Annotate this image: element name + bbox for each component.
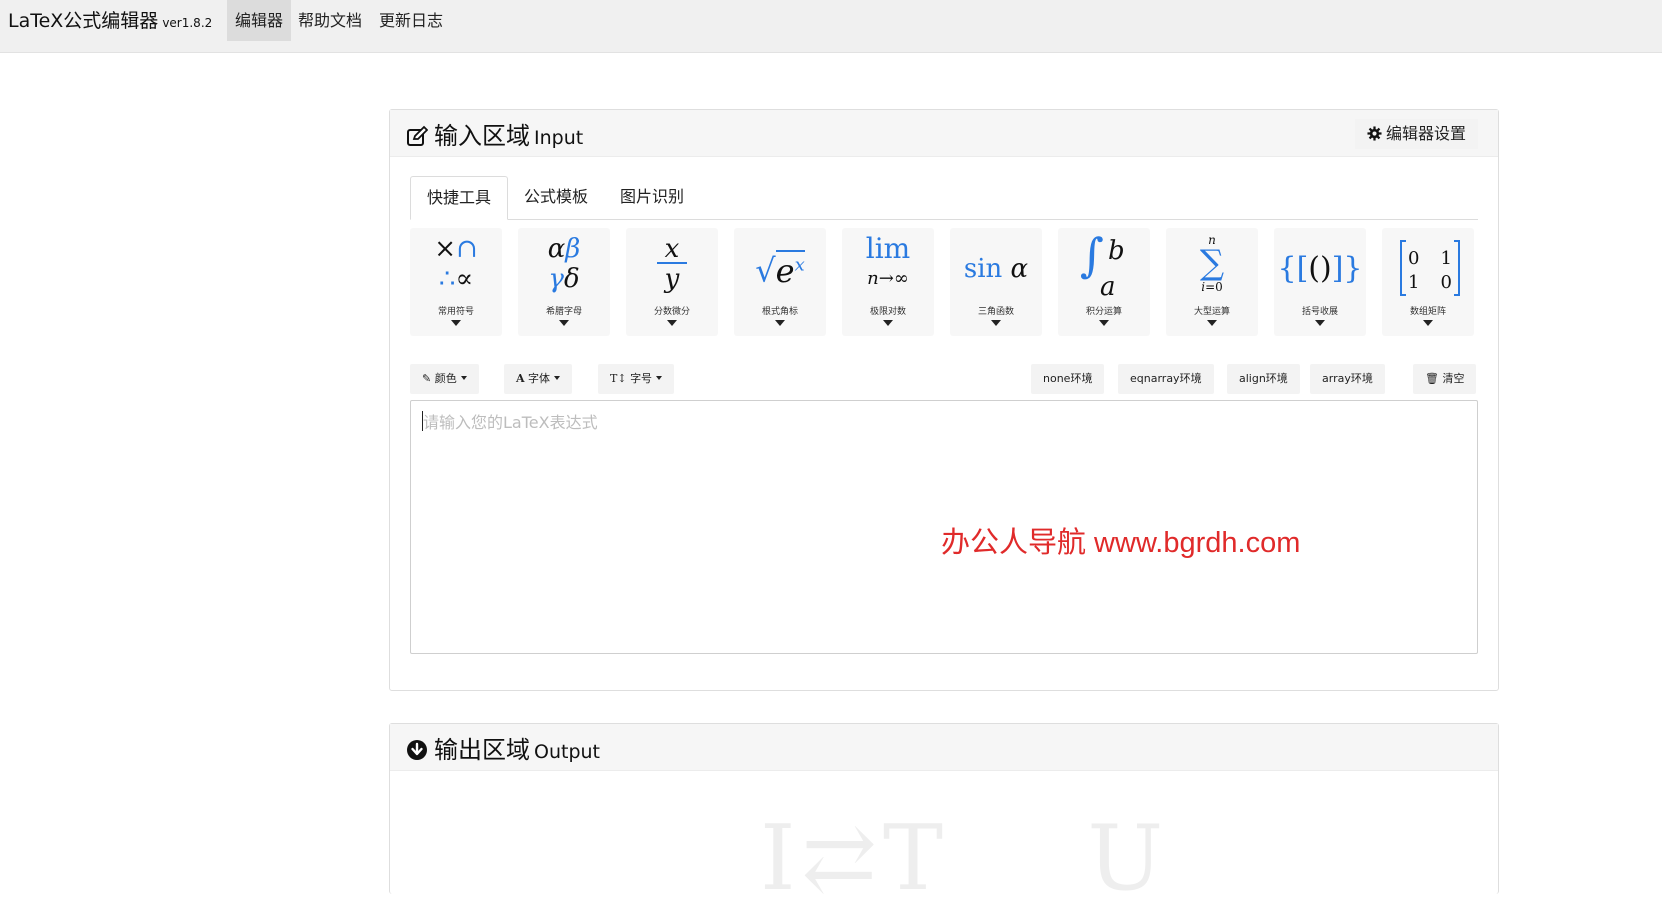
caret-down-icon (554, 376, 561, 380)
caret-down-icon (1099, 320, 1109, 326)
nav-changelog[interactable]: 更新日志 (371, 0, 451, 41)
output-preview-ghost: I⇄T U (760, 806, 1170, 911)
font-label: 字体 (528, 372, 551, 385)
size-dropdown[interactable]: T↕ 字号 (598, 364, 675, 394)
integral-icon: ∫ b a (1080, 228, 1125, 302)
edit-icon (407, 125, 429, 146)
tool-label: 分数微分 (653, 307, 690, 317)
caret-down-icon (1423, 320, 1433, 326)
clear-label: 清空 (1442, 372, 1465, 385)
editor-placeholder: 请输入您的LaTeX表达式 (423, 413, 598, 432)
tool-label: 三角函数 (977, 307, 1014, 317)
caret-down-icon (667, 320, 677, 326)
output-panel: 输出区域 Output I⇄T U (389, 723, 1499, 911)
brand-version: ver1.8.2 (162, 16, 213, 30)
tool-array-matrix[interactable]: 0 1 1 0 数组矩阵 (1382, 228, 1474, 336)
greek-letters-icon: αβ γδ (547, 234, 581, 294)
color-dropdown[interactable]: ✎ 颜色 (410, 364, 479, 394)
input-panel: 输入区域 Input 编辑器设置 快捷工具 公式模板 图片识别 ×∩ ∴∝ 常用符… (389, 109, 1499, 691)
output-panel-header: 输出区域 Output (390, 724, 1498, 771)
caret-down-icon (656, 376, 663, 380)
env-array-button[interactable]: array环境 (1310, 364, 1385, 394)
tab-image-recognition[interactable]: 图片识别 (604, 176, 700, 218)
env-none-button[interactable]: none环境 (1031, 364, 1105, 394)
caret-down-icon (1315, 320, 1325, 326)
nav-help-docs[interactable]: 帮助文档 (290, 0, 370, 41)
output-panel-title: 输出区域 Output (406, 730, 600, 765)
input-panel-header: 输入区域 Input 编辑器设置 (390, 110, 1498, 157)
size-label: 字号 (630, 372, 653, 385)
caret-down-icon (460, 376, 467, 380)
text-height-icon: T↕ (610, 372, 627, 385)
tool-label: 大型运算 (1193, 307, 1230, 317)
font-dropdown[interactable]: A 字体 (504, 364, 573, 394)
common-symbols-icon: ×∩ ∴∝ (434, 234, 478, 294)
font-icon: A (516, 372, 525, 385)
tool-label: 希腊字母 (545, 307, 582, 317)
settings-label: 编辑器设置 (1385, 124, 1466, 143)
input-title-text: 输入区域 (434, 122, 530, 150)
clear-button[interactable]: 🗑 清空 (1413, 364, 1477, 394)
tool-radical-script[interactable]: √ex 根式角标 (734, 228, 826, 336)
input-panel-title: 输入区域 Input (406, 116, 583, 151)
watermark-text: 办公人导航 www.bgrdh.com (941, 527, 1301, 559)
tool-label: 数组矩阵 (1409, 307, 1446, 317)
tool-label: 极限对数 (869, 307, 906, 317)
tool-greek-letters[interactable]: αβ γδ 希腊字母 (518, 228, 610, 336)
tool-large-operators[interactable]: n ∑ i=0 大型运算 (1166, 228, 1258, 336)
brand-title: LaTeX公式编辑器 (8, 10, 159, 32)
tool-label: 括号收展 (1301, 307, 1338, 317)
trash-icon: 🗑 (1425, 372, 1439, 385)
caret-down-icon (559, 320, 569, 326)
tool-trig-functions[interactable]: sin α 三角函数 (950, 228, 1042, 336)
gear-icon (1367, 126, 1382, 141)
tab-quick-tools[interactable]: 快捷工具 (410, 176, 509, 220)
input-tabs: 快捷工具 公式模板 图片识别 (410, 176, 1478, 220)
caret-down-icon (775, 320, 785, 326)
env-align-button[interactable]: align环境 (1227, 364, 1300, 394)
brush-icon: ✎ (422, 372, 432, 385)
fraction-icon: x y (626, 234, 718, 302)
tool-label: 积分运算 (1085, 307, 1122, 317)
env-eqnarray-button[interactable]: eqnarray环境 (1118, 364, 1214, 394)
output-title-en: Output (534, 741, 600, 763)
caret-down-icon (451, 320, 461, 326)
matrix-icon: 0 1 1 0 (1382, 234, 1474, 302)
tool-integral[interactable]: ∫ b a 积分运算 (1058, 228, 1150, 336)
nav-editor[interactable]: 编辑器 (227, 0, 292, 41)
latex-input-editor[interactable]: 请输入您的LaTeX表达式 办公人导航 www.bgrdh.com (410, 400, 1478, 654)
color-label: 颜色 (434, 372, 457, 385)
top-navbar: LaTeX公式编辑器 ver1.8.2 编辑器 帮助文档 更新日志 (0, 0, 1662, 53)
tool-limit-log[interactable]: lim n→∞ 极限对数 (842, 228, 934, 336)
tool-label: 常用符号 (437, 307, 474, 317)
editor-settings-button[interactable]: 编辑器设置 (1354, 119, 1478, 149)
arrow-down-circle-icon (407, 740, 427, 760)
input-title-en: Input (534, 127, 584, 149)
caret-down-icon (991, 320, 1001, 326)
sum-icon: n ∑ i=0 (1199, 233, 1225, 294)
caret-down-icon (1207, 320, 1217, 326)
tool-label: 根式角标 (761, 307, 798, 317)
output-title-text: 输出区域 (434, 736, 530, 764)
tab-formula-templates[interactable]: 公式模板 (508, 176, 604, 218)
app-brand[interactable]: LaTeX公式编辑器 ver1.8.2 (8, 6, 212, 33)
tool-brackets[interactable]: {[()]} 括号收展 (1274, 228, 1366, 336)
tool-common-symbols[interactable]: ×∩ ∴∝ 常用符号 (410, 228, 502, 336)
tool-fraction-differential[interactable]: x y 分数微分 (626, 228, 718, 336)
limit-icon: lim n→∞ (865, 232, 911, 290)
caret-down-icon (883, 320, 893, 326)
